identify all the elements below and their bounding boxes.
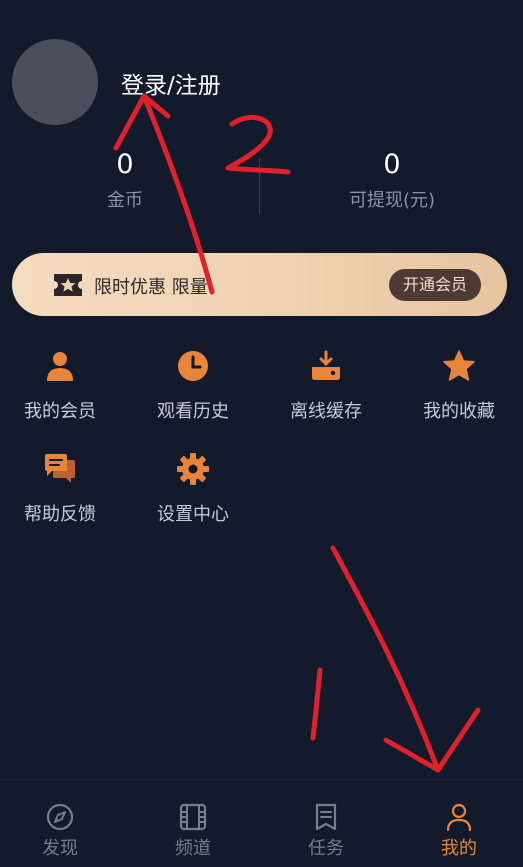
tab-mine[interactable]: 我的: [414, 802, 504, 860]
tab-label: 任务: [308, 838, 344, 859]
annotation-stroke-small: [310, 667, 323, 741]
menu-item-settings[interactable]: 设置中心: [133, 452, 253, 526]
tab-label: 频道: [175, 838, 211, 859]
download-icon: [309, 349, 343, 383]
stats-divider: [259, 158, 260, 214]
clock-icon: [176, 349, 210, 383]
menu-label: 帮助反馈: [24, 504, 96, 525]
coins-label: 金币: [107, 190, 143, 211]
gear-icon: [176, 452, 210, 486]
compass-icon: [45, 802, 75, 832]
ticket-icon: [52, 272, 84, 302]
menu-label: 离线缓存: [290, 401, 362, 422]
avatar[interactable]: [12, 39, 98, 125]
menu-label: 设置中心: [157, 504, 229, 525]
profile-icon: [444, 802, 474, 832]
tab-label: 发现: [42, 838, 78, 859]
menu-item-offline-cache[interactable]: 离线缓存: [266, 349, 386, 423]
annotation-arrowhead-up: [113, 93, 171, 151]
open-vip-button[interactable]: 开通会员: [388, 269, 481, 301]
coins-value: 0: [116, 149, 134, 180]
cash-label: 可提现(元): [348, 190, 436, 211]
vip-promo-banner[interactable]: 限时优惠 限量 开通会员: [12, 253, 507, 316]
menu-item-favorites[interactable]: 我的收藏: [399, 349, 519, 423]
star-icon: [442, 349, 476, 383]
film-icon: [178, 802, 208, 832]
tab-discover[interactable]: 发现: [15, 802, 105, 860]
cash-stat[interactable]: 0 可提现(元): [312, 148, 472, 212]
task-icon: [311, 802, 341, 832]
bottom-tab-bar: 发现 频道 任务 我的: [0, 779, 523, 867]
chat-icon: [43, 452, 77, 486]
menu-item-history[interactable]: 观看历史: [133, 349, 253, 423]
coins-stat[interactable]: 0 金币: [45, 148, 205, 212]
annotation-overlay: [113, 93, 481, 773]
cash-value: 0: [383, 149, 401, 180]
menu-label: 我的会员: [24, 401, 96, 422]
promo-text: 限时优惠 限量: [94, 277, 208, 298]
user-icon: [43, 349, 77, 383]
menu-label: 观看历史: [157, 401, 229, 422]
menu-item-membership[interactable]: 我的会员: [0, 349, 120, 423]
menu-label: 我的收藏: [423, 401, 495, 422]
tab-channels[interactable]: 频道: [148, 802, 238, 860]
annotation-arrow-down: [330, 545, 441, 773]
login-register-link[interactable]: 登录/注册: [121, 66, 221, 100]
menu-item-help-feedback[interactable]: 帮助反馈: [0, 452, 120, 526]
annotation-digit-2: [225, 114, 291, 175]
annotation-arrowhead-down: [383, 707, 481, 773]
tab-tasks[interactable]: 任务: [281, 802, 371, 860]
tab-label: 我的: [441, 838, 477, 859]
